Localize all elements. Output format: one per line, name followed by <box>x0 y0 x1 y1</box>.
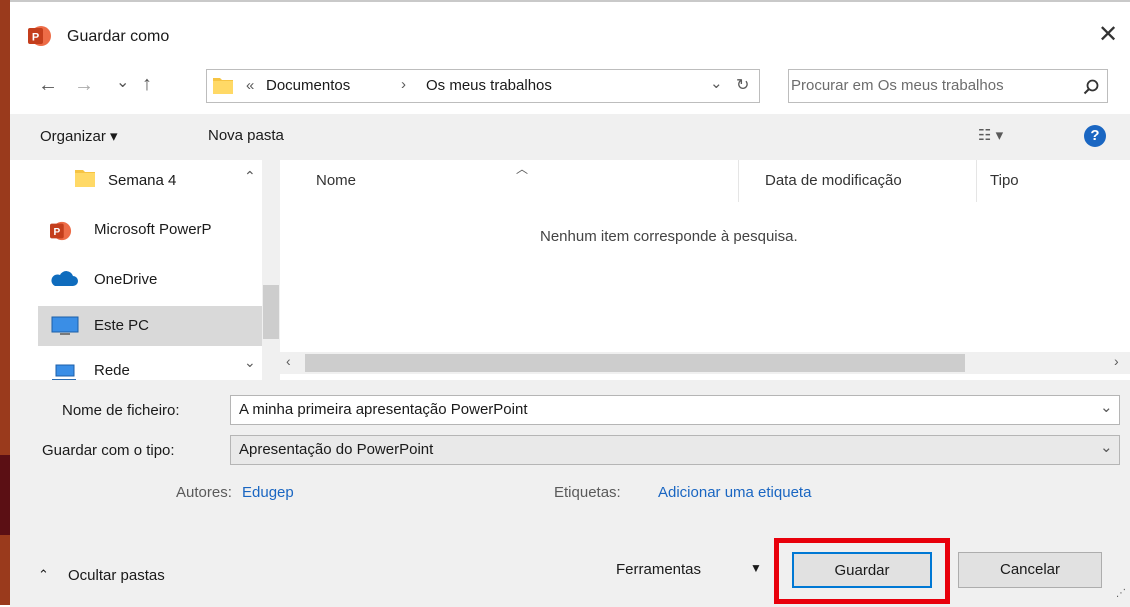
scroll-up-arrow[interactable]: ⌃ <box>244 168 256 185</box>
file-type-label: Guardar com o tipo: <box>42 442 175 459</box>
sidebar-item-microsoft-powerpoint[interactable]: Microsoft PowerP <box>94 221 260 238</box>
help-button[interactable]: ? <box>1084 125 1106 147</box>
window-title: Guardar como <box>67 28 170 45</box>
file-list <box>280 160 1130 380</box>
authors-label: Autores: <box>176 484 232 501</box>
up-button[interactable]: ↑ <box>142 73 152 96</box>
column-divider[interactable] <box>738 160 739 202</box>
powerpoint-icon: P <box>26 24 54 48</box>
column-header-name[interactable]: Nome <box>316 172 356 189</box>
search-icon[interactable] <box>1083 79 1099 95</box>
organize-button[interactable]: Organizar ▾ <box>40 127 118 145</box>
authors-value[interactable]: Edugep <box>242 484 294 501</box>
sidebar-item-rede-clip: Rede <box>10 357 262 380</box>
breadcrumb-os-meus-trabalhos[interactable]: Os meus trabalhos <box>426 77 552 94</box>
sidebar-item-semana-4[interactable]: Semana 4 <box>108 172 176 189</box>
file-type-dropdown-icon[interactable]: ⌄ <box>1100 438 1113 456</box>
folder-icon <box>74 168 96 188</box>
filename-input[interactable]: A minha primeira apresentação PowerPoint <box>230 395 1120 425</box>
background-app-strip-dark <box>0 455 10 535</box>
new-folder-button[interactable]: Nova pasta <box>208 127 284 144</box>
forward-button[interactable]: → <box>74 74 94 97</box>
computer-icon <box>50 315 80 337</box>
scroll-right-arrow[interactable]: › <box>1114 353 1119 369</box>
file-type-select[interactable]: Apresentação do PowerPoint <box>230 435 1120 465</box>
scroll-left-arrow[interactable]: ‹ <box>286 353 291 369</box>
hide-folders-button[interactable]: Ocultar pastas <box>68 567 165 584</box>
tags-value[interactable]: Adicionar uma etiqueta <box>658 484 811 501</box>
breadcrumb-prefix[interactable]: « <box>246 77 254 94</box>
save-as-dialog: P Guardar como ✕ ← → ⌄ ↑ « Documentos › … <box>10 0 1130 607</box>
chevron-up-icon[interactable]: ⌃ <box>38 567 49 583</box>
sidebar-scrollbar[interactable] <box>262 160 280 380</box>
sort-indicator-icon: ︿ <box>516 162 529 176</box>
horizontal-scrollbar-thumb[interactable] <box>305 354 965 372</box>
empty-message: Nenhum item corresponde à pesquisa. <box>540 228 798 245</box>
sidebar-item-este-pc[interactable]: Este PC <box>94 317 149 334</box>
address-dropdown-icon[interactable]: ⌄ <box>710 74 723 92</box>
refresh-icon[interactable]: ↻ <box>736 75 749 95</box>
column-divider[interactable] <box>976 160 977 202</box>
column-header-date[interactable]: Data de modificação <box>765 172 902 189</box>
folder-icon <box>212 75 234 95</box>
recent-locations-button[interactable]: ⌄ <box>116 72 129 92</box>
tags-label: Etiquetas: <box>554 484 621 501</box>
svg-text:P: P <box>32 32 39 44</box>
view-options-button[interactable]: ☷ ▾ <box>978 126 1003 144</box>
sidebar-item-onedrive[interactable]: OneDrive <box>94 271 157 288</box>
tools-dropdown-icon[interactable]: ▼ <box>750 561 762 575</box>
network-icon <box>50 363 78 380</box>
sidebar-scrollbar-thumb[interactable] <box>263 285 279 339</box>
breadcrumb-documentos[interactable]: Documentos <box>266 77 350 94</box>
save-button[interactable]: Guardar <box>792 552 932 588</box>
back-button[interactable]: ← <box>38 74 58 97</box>
sidebar-item-rede[interactable]: Rede <box>94 362 130 379</box>
powerpoint-icon: P <box>48 220 74 242</box>
file-type-value: Apresentação do PowerPoint <box>239 441 434 458</box>
resize-grip-icon[interactable]: ⋰ <box>1116 588 1126 599</box>
filename-value: A minha primeira apresentação PowerPoint <box>239 401 528 418</box>
command-bar <box>10 114 1130 160</box>
search-placeholder: Procurar em Os meus trabalhos <box>791 77 1004 94</box>
column-header-type[interactable]: Tipo <box>990 172 1019 189</box>
onedrive-icon <box>50 270 78 288</box>
close-button[interactable]: ✕ <box>1093 20 1123 50</box>
cancel-button[interactable]: Cancelar <box>958 552 1102 588</box>
filename-label: Nome de ficheiro: <box>62 402 180 419</box>
svg-text:P: P <box>54 227 61 238</box>
breadcrumb-separator: › <box>401 76 406 93</box>
tools-button[interactable]: Ferramentas <box>616 561 701 578</box>
filename-dropdown-icon[interactable]: ⌄ <box>1100 398 1113 416</box>
scroll-down-arrow[interactable]: ⌄ <box>244 354 256 371</box>
